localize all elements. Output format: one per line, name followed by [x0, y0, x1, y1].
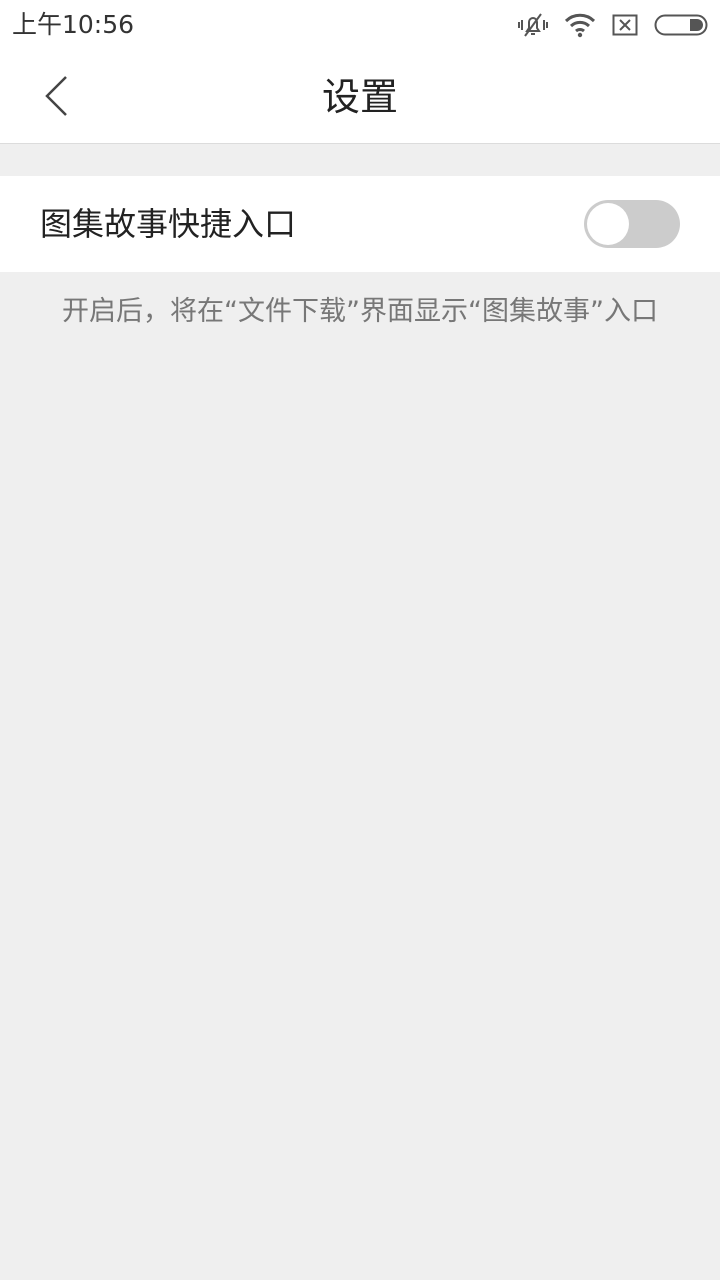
- settings-screen: 上午10:56 设置 图集故事快捷入口 开启后，将在“文件下载”界面显示“图集故…: [0, 0, 720, 1280]
- status-icons: [518, 10, 708, 40]
- toggle-knob: [587, 203, 629, 245]
- photo-story-shortcut-toggle[interactable]: [584, 200, 680, 248]
- page-title: 设置: [321, 75, 398, 119]
- photo-story-shortcut-hint: 开启后，将在“文件下载”界面显示“图集故事”入口: [62, 296, 658, 327]
- status-bar: 上午10:56: [0, 0, 720, 50]
- no-sim-icon: [612, 14, 638, 36]
- photo-story-shortcut-label: 图集故事快捷入口: [40, 205, 297, 243]
- battery-icon: [654, 14, 708, 36]
- status-time: 上午10:56: [12, 10, 135, 39]
- wifi-icon: [564, 12, 596, 38]
- mute-vibrate-icon: [518, 11, 548, 39]
- photo-story-shortcut-row: 图集故事快捷入口: [0, 176, 720, 272]
- app-header: 设置: [0, 50, 720, 144]
